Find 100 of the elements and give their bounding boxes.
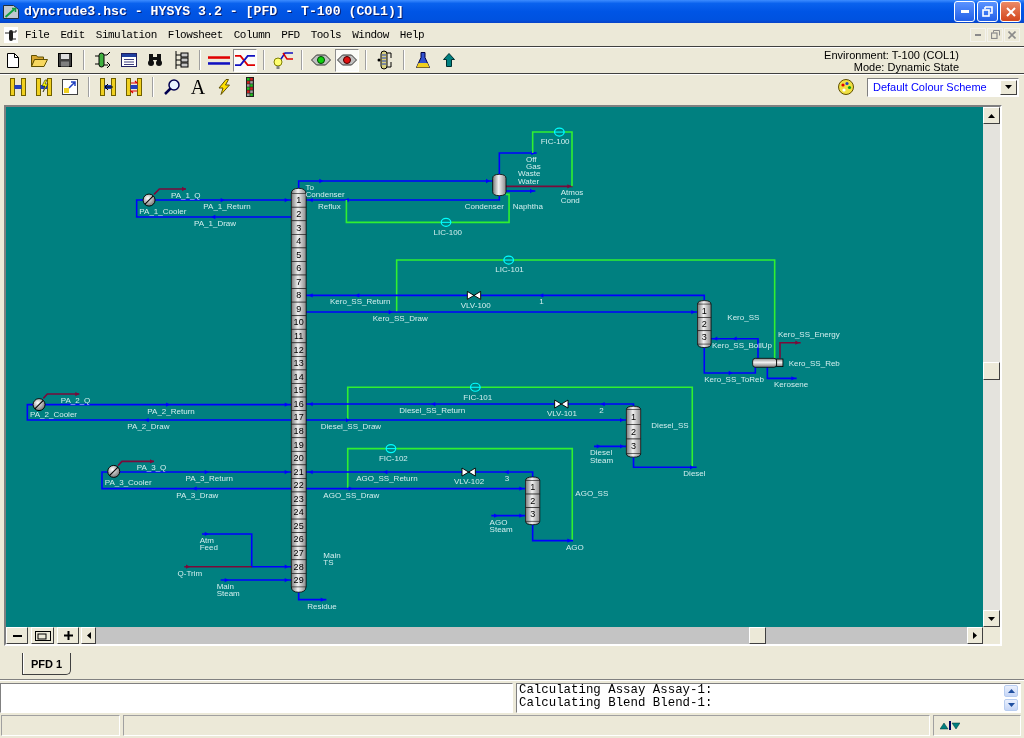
stream-label: Residue <box>307 602 337 611</box>
controller-icon <box>469 382 482 392</box>
column-stage: 14 <box>291 369 307 384</box>
column-stage: 2 <box>525 493 541 508</box>
up-arrow-icon <box>443 53 455 67</box>
controller-icon <box>440 217 452 227</box>
column-stage: 16 <box>291 396 307 411</box>
frame-icon <box>34 630 51 641</box>
zoom-in-button[interactable] <box>57 627 79 644</box>
column-stage: 24 <box>291 505 307 520</box>
column-stage: 19 <box>291 437 307 452</box>
triangle-up-icon <box>1007 689 1015 693</box>
menu-item[interactable]: Window <box>346 27 395 42</box>
open-folder-icon <box>30 53 48 67</box>
column-stage: 22 <box>291 478 307 493</box>
column-window-icon[interactable] <box>4 26 18 43</box>
caret-icon <box>1005 85 1012 89</box>
stream-label: Kero_SS_Return <box>330 298 391 307</box>
text-tool-button[interactable]: A <box>186 75 210 99</box>
column-stage: 13 <box>291 356 307 371</box>
palette-icon[interactable] <box>838 79 854 95</box>
menu-item[interactable]: Tools <box>305 27 347 42</box>
h-bracket-icon <box>10 78 26 96</box>
signal-line <box>450 193 510 224</box>
column-stage: 1 <box>525 480 541 495</box>
column-stage: 6 <box>291 261 307 276</box>
unit-label: Kero_SS <box>727 314 760 323</box>
mode-label: Mode: Dynamic State <box>853 61 959 73</box>
stream-label: Atmos Cond <box>560 189 584 204</box>
stream-label: Reflux <box>318 203 341 212</box>
colour-scheme-dropdown[interactable]: Default Colour Scheme <box>867 77 1019 97</box>
app-icon[interactable] <box>3 4 19 19</box>
table-window-icon <box>121 53 137 67</box>
column-stage: 25 <box>291 518 307 533</box>
h-bracket-arrow-icon <box>100 78 116 96</box>
controller-label: LIC-100 <box>433 229 463 237</box>
scroll-right-button[interactable] <box>967 627 983 644</box>
menu-item[interactable]: Column <box>228 27 276 42</box>
stream-label: Off Gas <box>526 155 541 171</box>
trace-message: Calculating Blend Blend-1: <box>519 697 714 710</box>
stream-line <box>632 456 698 470</box>
environment-label: Environment: T-100 (COL1) <box>824 49 959 61</box>
stream-label: AGO_SS_Return <box>356 475 418 484</box>
stream-label: AGO <box>566 543 584 552</box>
flask-icon <box>416 52 430 68</box>
column-stage: 15 <box>291 383 307 398</box>
scroll-thumb[interactable] <box>983 362 1000 380</box>
scroll-thumb[interactable] <box>749 627 766 644</box>
stream-label: Atm Feed <box>199 537 218 552</box>
menu-item[interactable]: Edit <box>54 27 91 42</box>
zoom-out-button[interactable] <box>6 627 28 644</box>
stream-label: Kero_SS_BoilUp <box>712 341 773 350</box>
indicator-light-icon <box>311 54 331 66</box>
up-down-arrows-icon[interactable] <box>940 721 960 730</box>
column-stage: 2 <box>291 206 307 222</box>
controller-icon <box>385 444 397 454</box>
scroll-down-button[interactable] <box>1004 699 1018 711</box>
stream-line <box>766 366 798 381</box>
menu-item[interactable]: Simulation <box>90 27 163 42</box>
controller-label: LIC-101 <box>495 266 524 275</box>
scroll-left-button[interactable] <box>81 627 96 644</box>
tree-icon <box>173 51 189 69</box>
pfd-tab[interactable]: PFD 1 <box>22 653 72 675</box>
toolbar-button[interactable] <box>335 48 359 72</box>
column-stage: 7 <box>291 274 307 289</box>
energy-stream-line <box>117 459 155 467</box>
column-stage: 23 <box>291 491 307 506</box>
triangle-down-icon <box>988 616 995 621</box>
cooler-icon <box>142 193 156 207</box>
valve-icon <box>466 290 482 300</box>
minimize-button[interactable] <box>970 27 986 42</box>
valve-label: VLV-100 <box>460 301 491 310</box>
column-unit-icon <box>94 51 112 69</box>
column-stage: 10 <box>291 315 307 330</box>
column-stage: 3 <box>291 220 307 235</box>
close-button[interactable] <box>1004 27 1020 42</box>
menu-item[interactable]: PFD <box>275 27 306 42</box>
plus-icon <box>63 631 73 640</box>
stream-line <box>531 523 574 543</box>
toolbar-button[interactable] <box>233 48 257 72</box>
unit-label: PA_3_Cooler <box>104 479 152 487</box>
column-stage: 17 <box>291 410 307 425</box>
restore-button[interactable] <box>987 27 1003 42</box>
menu-item[interactable]: Help <box>394 27 430 42</box>
zoom-fit-button[interactable] <box>31 627 54 644</box>
stream-label: Kero_SS_ToReb <box>704 376 764 385</box>
cooler-icon <box>32 398 46 412</box>
stream-label: Kero_SS_Draw <box>372 315 428 324</box>
menu-item[interactable]: Flowsheet <box>162 27 229 42</box>
stream-label: Diesel_SS_Return <box>399 407 466 416</box>
menu-item[interactable]: File <box>19 27 55 42</box>
controller-label: FIC-101 <box>463 393 493 402</box>
lightning-icon <box>218 79 230 95</box>
window-title: dyncrude3.hsc - HYSYS 3.2 - [PFD - T-100 (COL1)] <box>24 3 404 20</box>
column-stage: 18 <box>291 423 307 439</box>
stream-label: PA_3_Q <box>136 464 167 473</box>
scroll-up-button[interactable] <box>1004 685 1018 697</box>
stream-label: Main Steam <box>216 583 240 598</box>
binoculars-icon <box>148 54 162 66</box>
stream-label: 3 <box>504 475 510 484</box>
